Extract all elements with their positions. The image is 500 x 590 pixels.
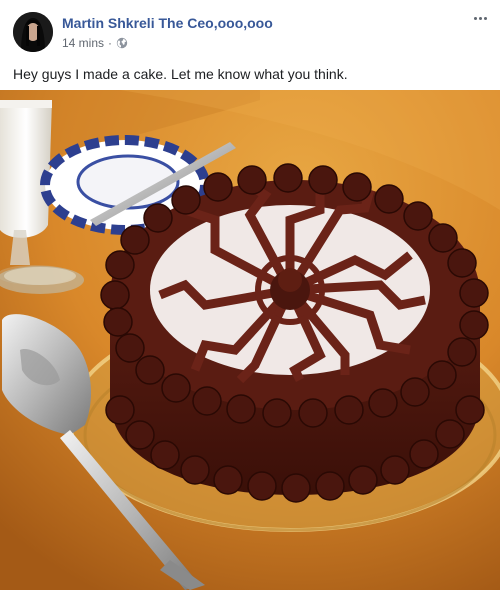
cake-photo-image [0,90,500,590]
meta-separator: · [108,36,113,50]
author-avatar[interactable] [13,12,53,52]
post-message: Hey guys I made a cake. Let me know what… [13,66,348,82]
more-options-icon[interactable] [468,8,492,28]
post-header: Martin Shkreli The Ceo,ooo,ooo 14 mins · [0,0,500,60]
post-meta: 14 mins · [62,36,128,50]
feed-post: Martin Shkreli The Ceo,ooo,ooo 14 mins ·… [0,0,500,590]
globe-icon[interactable] [116,37,128,49]
post-photo[interactable] [0,90,500,590]
author-name-link[interactable]: Martin Shkreli The Ceo,ooo,ooo [62,15,273,31]
avatar-image [13,12,53,52]
post-timestamp[interactable]: 14 mins [62,36,104,50]
